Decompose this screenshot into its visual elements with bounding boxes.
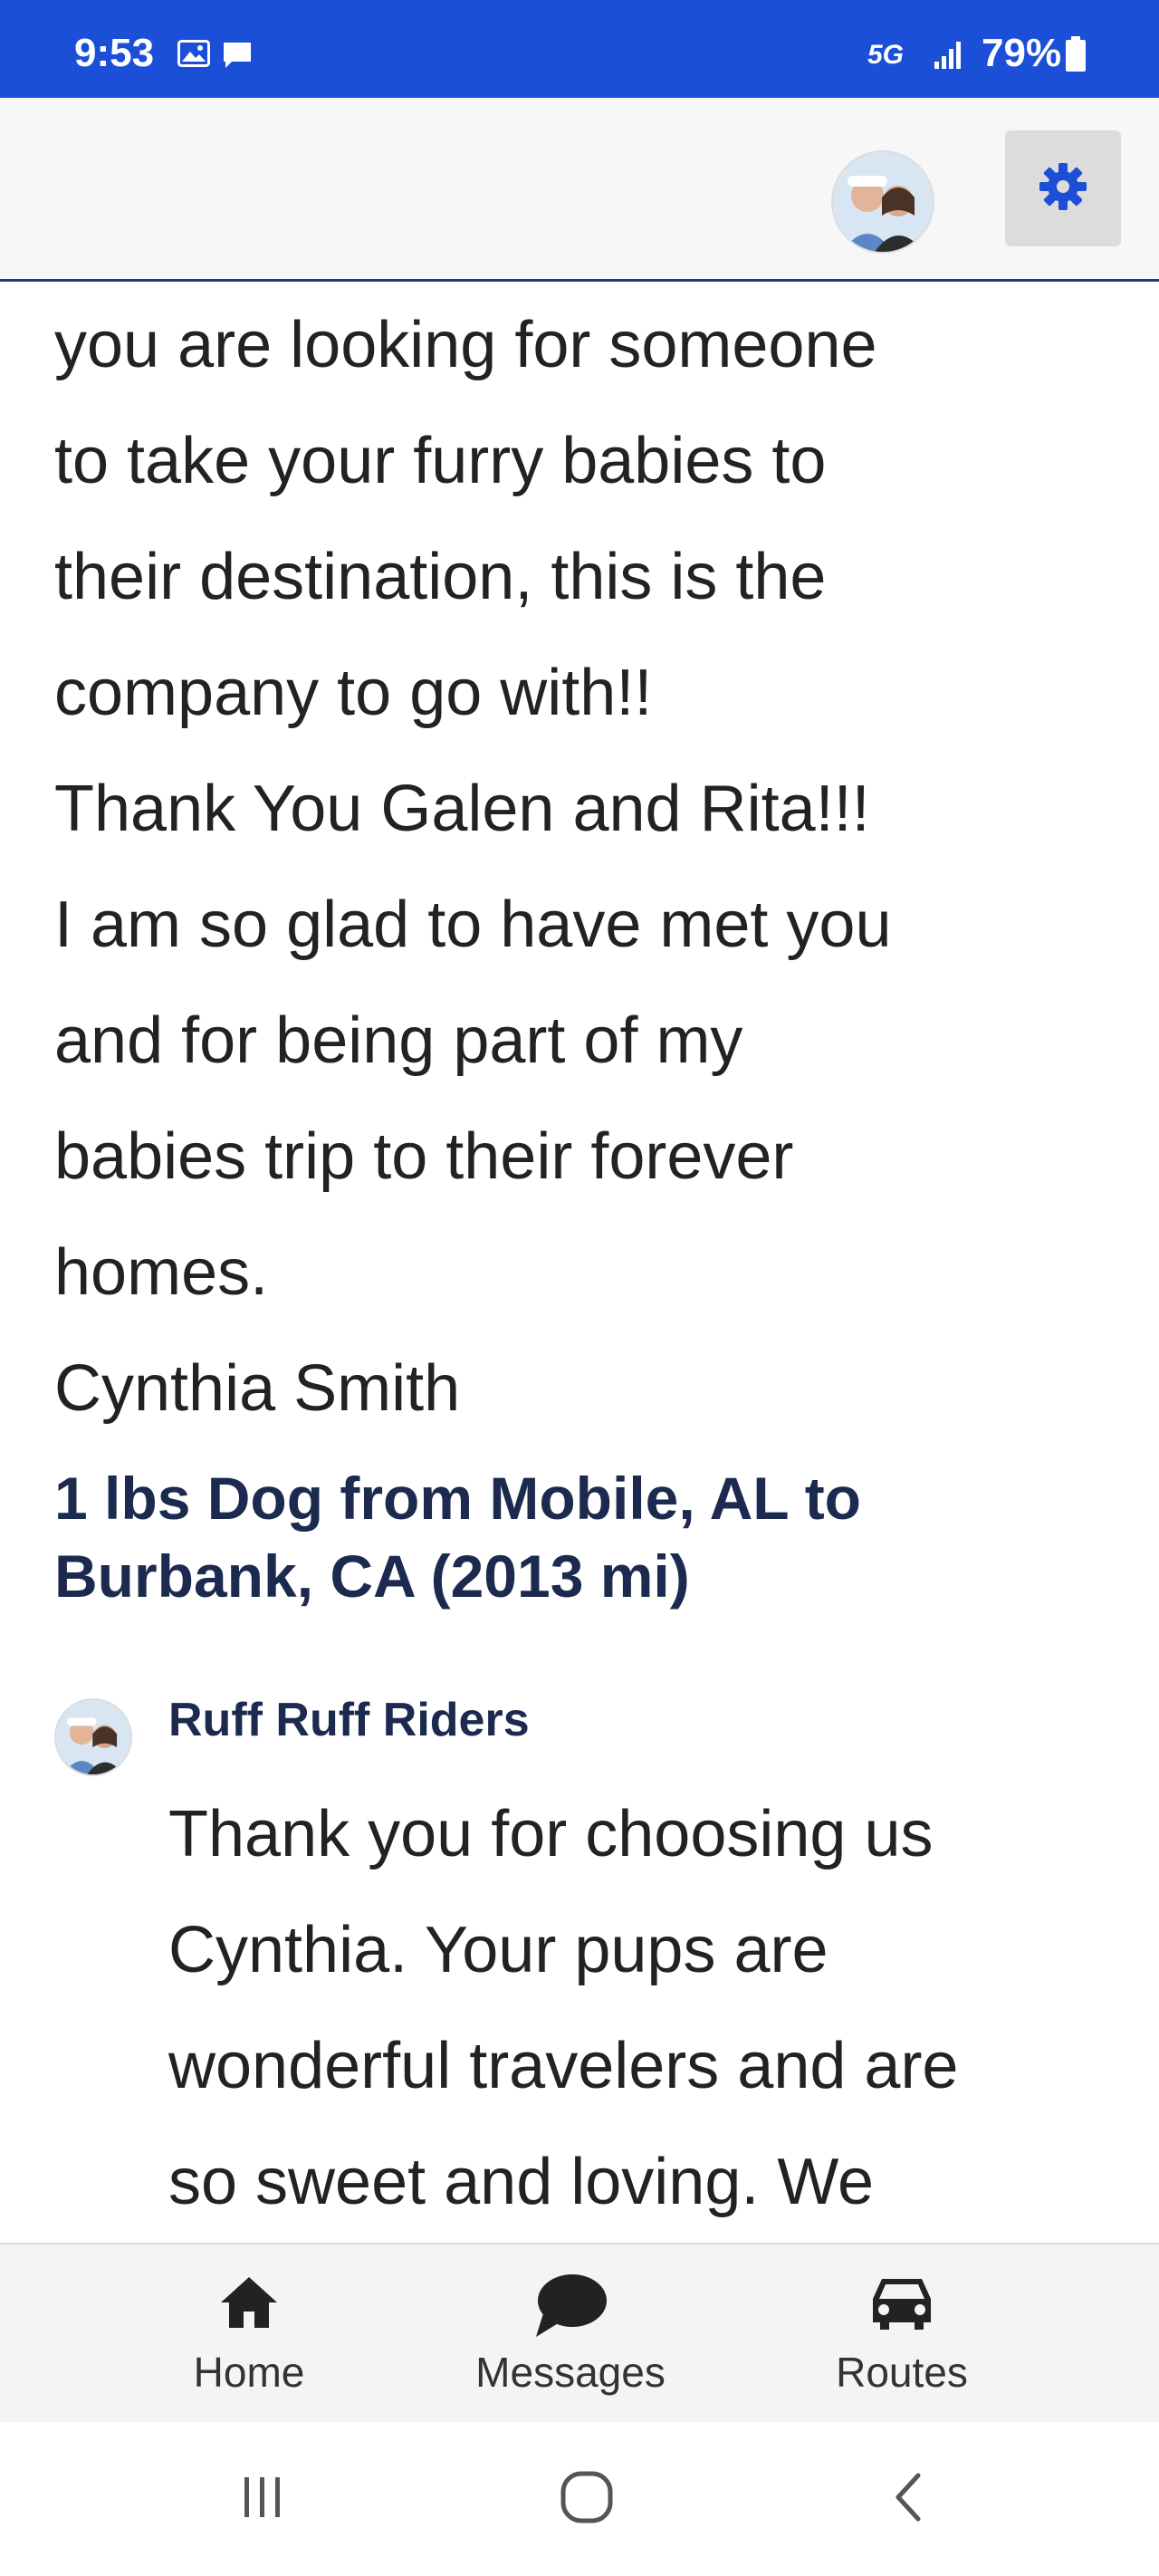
review-text: you are looking for someone to take your…	[54, 287, 1123, 1447]
nav-messages[interactable]: Messages	[453, 2244, 688, 2424]
battery-icon	[1065, 36, 1087, 72]
review-line: company to go with!!	[54, 657, 653, 729]
review-line: and for being part of my	[54, 1004, 743, 1077]
back-icon	[891, 2470, 927, 2529]
battery-percent: 79%	[982, 31, 1062, 75]
nav-home[interactable]: Home	[131, 2244, 367, 2424]
app-header	[0, 98, 1159, 282]
reply-avatar	[54, 1698, 132, 1776]
review-content[interactable]: you are looking for someone to take your…	[0, 282, 1159, 2243]
reply-line: wonderful travelers and are	[168, 2030, 959, 2102]
status-bar: 9:53 5G 79%	[0, 0, 1159, 98]
network-type: 5G	[867, 40, 905, 70]
bottom-nav: Home Messages Routes	[0, 2243, 1159, 2424]
signal-icon	[933, 34, 969, 71]
profile-avatar[interactable]	[831, 150, 934, 254]
review-line: I am so glad to have met you	[54, 889, 892, 961]
back-button[interactable]	[837, 2422, 982, 2576]
review-line: to take your furry babies to	[54, 425, 827, 497]
review-line: you are looking for someone	[54, 309, 877, 381]
reply-text: Thank you for choosing us Cynthia. Your …	[168, 1776, 1146, 2240]
home-circle-icon	[559, 2469, 615, 2530]
reply-line: Cynthia. Your pups are	[168, 1914, 829, 1986]
status-time: 9:53	[74, 31, 155, 75]
home-icon	[217, 2272, 281, 2336]
message-icon	[221, 40, 254, 71]
car-icon	[867, 2272, 936, 2338]
nav-label: Home	[193, 2349, 305, 2396]
recent-apps-button[interactable]	[190, 2422, 335, 2576]
review-line: babies trip to their forever	[54, 1120, 794, 1193]
route-title-line: Burbank, CA (2013 mi)	[54, 1543, 690, 1610]
nav-label: Messages	[475, 2349, 666, 2396]
review-line: their destination, this is the	[54, 541, 827, 613]
system-home-button[interactable]	[514, 2422, 659, 2576]
route-title[interactable]: 1 lbs Dog from Mobile, AL to Burbank, CA…	[54, 1459, 1123, 1615]
nav-label: Routes	[836, 2349, 968, 2396]
reply-author: Ruff Ruff Riders	[168, 1694, 530, 1746]
reply-line: Thank you for choosing us	[168, 1798, 934, 1870]
reply-line: so sweet and loving. We	[168, 2146, 875, 2218]
review-line: Thank You Galen and Rita!!!	[54, 773, 870, 845]
gallery-icon	[177, 40, 210, 67]
review-signature: Cynthia Smith	[54, 1352, 461, 1425]
chat-bubble-icon	[532, 2272, 608, 2345]
system-nav-bar	[0, 2422, 1159, 2576]
recent-apps-icon	[240, 2474, 285, 2525]
settings-button[interactable]	[1005, 130, 1121, 246]
review-line: homes.	[54, 1236, 269, 1309]
gear-icon	[1038, 161, 1088, 216]
nav-routes[interactable]: Routes	[784, 2244, 1020, 2424]
route-title-line: 1 lbs Dog from Mobile, AL to	[54, 1465, 861, 1532]
